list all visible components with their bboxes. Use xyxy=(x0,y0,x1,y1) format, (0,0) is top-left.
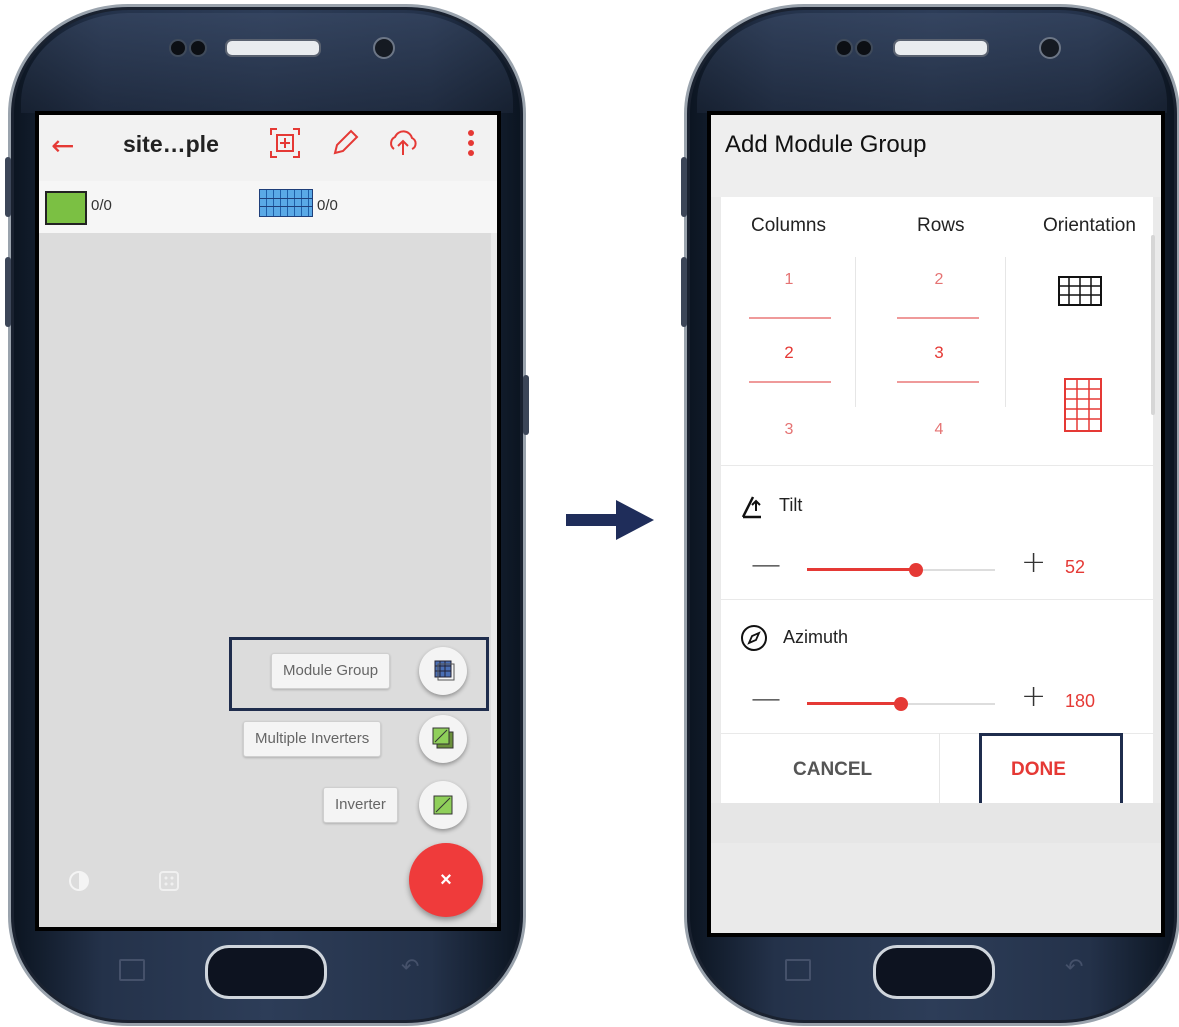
dialog-screen: Add Module Group Columns Rows Orientatio… xyxy=(707,111,1165,937)
cancel-button[interactable]: CANCEL xyxy=(793,759,872,781)
fab-multiple-inverters[interactable] xyxy=(419,715,467,763)
module-icon xyxy=(259,189,313,217)
app-screen: ← site…ple 0/0 0/0 Module Group Multiple… xyxy=(35,111,501,931)
rows-option[interactable]: 4 xyxy=(919,421,959,439)
orientation-header: Orientation xyxy=(1043,215,1136,236)
azimuth-value: 180 xyxy=(1065,691,1096,711)
design-canvas[interactable]: Module Group Multiple Inverters Inverter xyxy=(39,233,497,927)
front-camera xyxy=(373,37,395,59)
contrast-icon[interactable] xyxy=(67,869,91,893)
home-button[interactable] xyxy=(205,945,327,999)
inverter-icon xyxy=(433,795,453,815)
picker-divider xyxy=(749,381,831,383)
earpiece-speaker xyxy=(225,39,321,57)
page-title: site…ple xyxy=(123,131,219,157)
back-nav-icon[interactable]: ↶ xyxy=(401,955,419,980)
volume-button xyxy=(5,257,11,327)
sensor-dot xyxy=(189,39,207,57)
fab-label-multiple-inverters[interactable]: Multiple Inverters xyxy=(243,721,382,757)
earpiece-speaker xyxy=(893,39,989,57)
sensor-dot xyxy=(169,39,187,57)
back-arrow-icon[interactable]: ← xyxy=(51,129,74,162)
button-separator xyxy=(939,733,940,803)
module-count: 0/0 xyxy=(317,197,338,214)
rows-selected[interactable]: 3 xyxy=(919,343,959,363)
rows-option[interactable]: 2 xyxy=(919,271,959,289)
scrollbar xyxy=(491,233,497,923)
highlight-module-group xyxy=(229,637,489,711)
columns-header: Columns xyxy=(751,215,826,236)
azimuth-label: Azimuth xyxy=(783,627,849,647)
volume-button xyxy=(681,257,687,327)
phone-left: ← site…ple 0/0 0/0 Module Group Multiple… xyxy=(5,4,529,1026)
slider-fill xyxy=(807,568,916,571)
picker-divider xyxy=(749,317,831,319)
fab-inverter[interactable] xyxy=(419,781,467,829)
picker-divider xyxy=(897,317,979,319)
inverter-icon xyxy=(45,191,87,225)
power-button xyxy=(523,375,529,435)
section-divider xyxy=(721,599,1153,600)
portrait-orientation-icon[interactable] xyxy=(1061,375,1105,435)
dialog-header: Add Module Group xyxy=(711,115,1161,197)
azimuth-decrease-button[interactable]: — xyxy=(751,681,781,716)
landscape-orientation-icon[interactable] xyxy=(1057,271,1105,311)
dialog-title: Add Module Group xyxy=(725,131,927,158)
fab-close-button[interactable]: × xyxy=(409,843,483,917)
highlight-done xyxy=(979,733,1123,807)
tilt-icon xyxy=(741,496,761,519)
more-vert-icon[interactable] xyxy=(453,125,489,161)
scrollbar xyxy=(1151,235,1155,415)
picker-separator xyxy=(1005,257,1006,407)
volume-button xyxy=(5,157,11,217)
dialog-shadow xyxy=(711,803,1161,843)
picker-divider xyxy=(897,381,979,383)
phone-right: Add Module Group Columns Rows Orientatio… xyxy=(681,4,1179,1026)
tilt-label: Tilt xyxy=(779,495,803,515)
columns-option[interactable]: 3 xyxy=(769,421,809,439)
app-bar: ← site…ple xyxy=(39,115,497,181)
recent-apps-icon[interactable] xyxy=(119,959,145,981)
columns-selected[interactable]: 2 xyxy=(769,343,809,363)
scan-icon[interactable] xyxy=(267,125,303,161)
rows-header: Rows xyxy=(917,215,965,236)
azimuth-increase-button[interactable]: + xyxy=(1021,679,1046,714)
multiple-inverters-icon xyxy=(432,727,454,749)
picker-separator xyxy=(855,257,856,407)
cloud-upload-icon[interactable] xyxy=(385,125,421,161)
columns-option[interactable]: 1 xyxy=(769,271,809,289)
phone-bezel xyxy=(21,13,513,113)
pencil-icon[interactable] xyxy=(327,125,363,161)
tilt-value: 52 xyxy=(1065,557,1086,577)
section-divider xyxy=(721,465,1153,466)
transition-arrow-icon xyxy=(566,500,654,540)
grid-icon[interactable] xyxy=(157,869,181,893)
tilt-slider[interactable] xyxy=(807,563,995,585)
tilt-increase-button[interactable]: + xyxy=(1021,545,1046,580)
dialog-body: Columns Rows Orientation 1 2 3 2 3 4 Til… xyxy=(721,197,1153,807)
compass-icon xyxy=(741,625,767,651)
sensor-dot xyxy=(855,39,873,57)
volume-button xyxy=(681,157,687,217)
sensor-dot xyxy=(835,39,853,57)
recent-apps-icon[interactable] xyxy=(785,959,811,981)
back-nav-icon[interactable]: ↶ xyxy=(1065,955,1083,980)
slider-thumb[interactable] xyxy=(909,563,923,577)
slider-fill xyxy=(807,702,901,705)
inverter-count: 0/0 xyxy=(91,197,112,214)
fab-label-inverter[interactable]: Inverter xyxy=(323,787,398,823)
status-row: 0/0 0/0 xyxy=(39,181,497,233)
front-camera xyxy=(1039,37,1061,59)
tilt-decrease-button[interactable]: — xyxy=(751,547,781,582)
azimuth-slider[interactable] xyxy=(807,697,995,719)
phone-bezel xyxy=(697,13,1167,113)
home-button[interactable] xyxy=(873,945,995,999)
slider-thumb[interactable] xyxy=(894,697,908,711)
